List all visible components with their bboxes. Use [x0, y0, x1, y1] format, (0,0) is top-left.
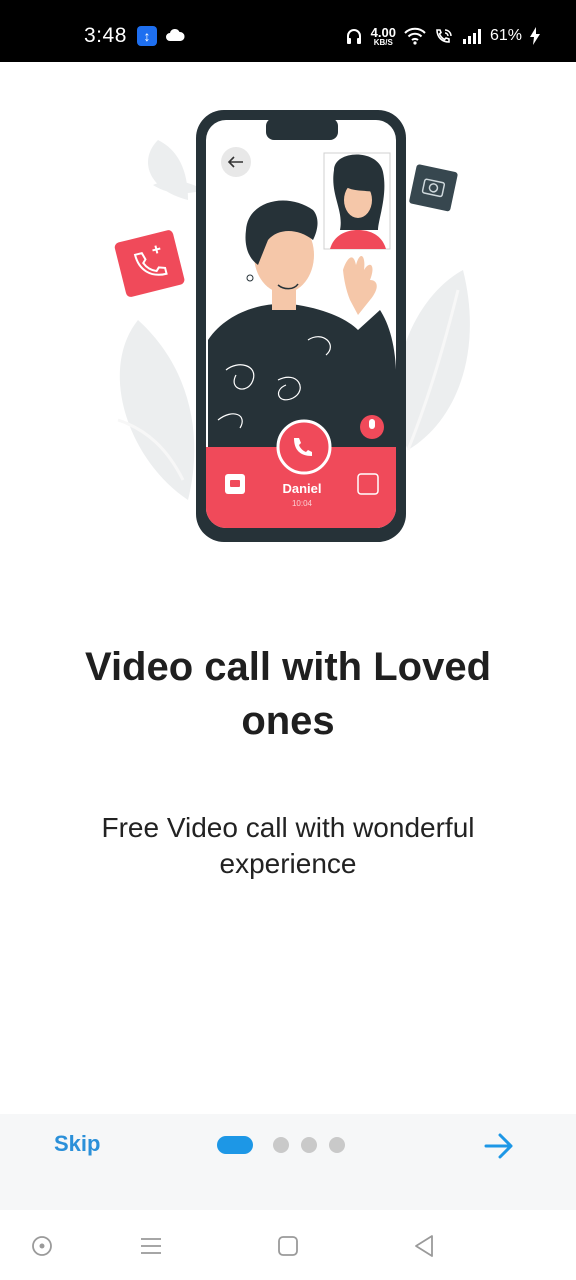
- onboarding-controls: [0, 1114, 576, 1210]
- onboarding-subtitle: Free Video call with wonderful experienc…: [101, 812, 475, 879]
- charging-icon: [530, 27, 540, 45]
- page-dot: [301, 1137, 317, 1153]
- battery-percent: 61%: [489, 27, 522, 44]
- phone-mockup: Daniel 10:04: [196, 110, 406, 542]
- page-indicator: [217, 1136, 345, 1154]
- page-dot: [329, 1137, 345, 1153]
- floating-phone-card-icon: [114, 230, 185, 297]
- menu-icon[interactable]: [137, 1232, 165, 1260]
- next-arrow-icon[interactable]: [484, 1132, 514, 1160]
- page-dot-active: [217, 1136, 253, 1154]
- net-speed-unit: KB/S: [373, 37, 393, 47]
- headphones-icon: [346, 29, 361, 44]
- leaf-top-left-icon: [148, 140, 203, 200]
- status-bar: 3:48 ↕ 4.00 KB/S 61%: [0, 0, 576, 62]
- leaf-left-icon: [117, 320, 195, 500]
- leaf-right-icon: [396, 270, 470, 451]
- caller-name: Daniel: [282, 481, 321, 496]
- video-call-illustration: Daniel 10:04: [114, 110, 470, 542]
- cloud-icon: [166, 28, 185, 41]
- status-right: 4.00 KB/S 61%: [345, 22, 540, 50]
- assistant-icon[interactable]: [28, 1232, 56, 1260]
- system-nav-bar: [0, 1210, 576, 1280]
- signal-icon: [462, 29, 481, 44]
- net-speed: 4.00 KB/S: [371, 26, 396, 47]
- floating-camera-card-icon: [409, 164, 458, 212]
- call-timer: 10:04: [292, 499, 313, 508]
- wifi-call-icon: [436, 29, 452, 43]
- net-speed-value: 4.00: [370, 24, 396, 40]
- page-dot: [273, 1137, 289, 1153]
- onboarding-title: Video call with Loved ones: [84, 645, 491, 743]
- skip-button[interactable]: Skip: [54, 1131, 100, 1157]
- status-time: 3:48: [84, 24, 127, 47]
- usb-icon: ↕: [137, 26, 157, 46]
- wifi-icon: [404, 27, 426, 45]
- back-icon[interactable]: [410, 1232, 438, 1260]
- home-icon[interactable]: [274, 1232, 302, 1260]
